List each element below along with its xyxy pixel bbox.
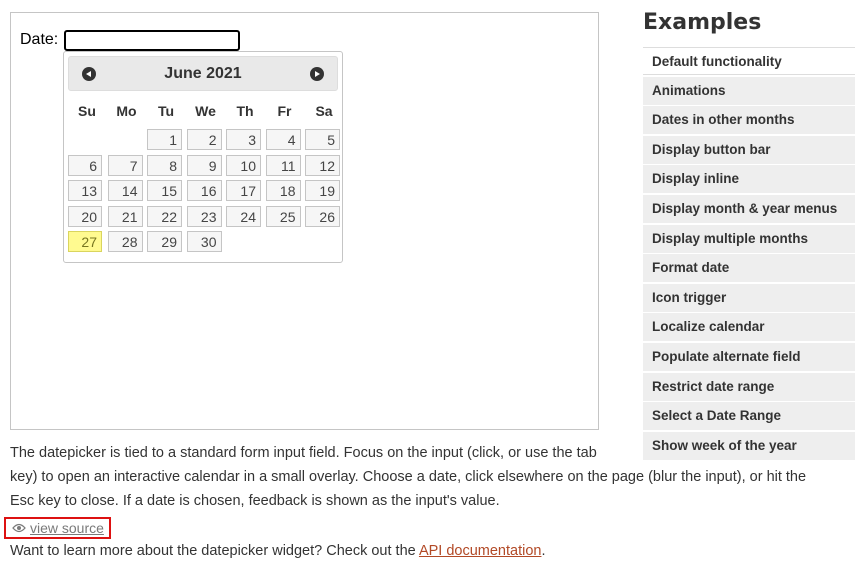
day-cell[interactable]: 30 xyxy=(186,231,222,252)
example-link[interactable]: Icon trigger xyxy=(643,283,855,312)
example-link[interactable]: Format date xyxy=(643,254,855,283)
example-link[interactable]: Animations xyxy=(643,76,855,105)
day-cell[interactable]: 4 xyxy=(265,129,301,150)
weekday-header: Th xyxy=(236,103,254,119)
learn-more-prefix: Want to learn more about the datepicker … xyxy=(10,543,419,559)
example-link[interactable]: Restrict date range xyxy=(643,372,855,401)
example-link[interactable]: Display button bar xyxy=(643,135,855,164)
datepicker-header: June 2021 xyxy=(68,56,338,91)
example-link[interactable]: Select a Date Range xyxy=(643,402,855,431)
examples-title: Examples xyxy=(643,10,762,35)
day-cell[interactable]: 26 xyxy=(305,205,340,227)
description-line: The datepicker is tied to a standard for… xyxy=(10,445,597,461)
view-source-box: view source xyxy=(4,517,111,539)
day-cell[interactable]: 19 xyxy=(305,180,340,201)
date-input[interactable] xyxy=(64,30,240,51)
day-cell[interactable]: 9 xyxy=(186,154,222,176)
date-label: Date: xyxy=(20,31,59,48)
weekday-header: Mo xyxy=(116,103,137,119)
day-cell[interactable]: 25 xyxy=(265,205,301,227)
learn-more-suffix: . xyxy=(541,543,546,559)
day-cell[interactable]: 1 xyxy=(147,129,182,150)
example-link[interactable]: Populate alternate field xyxy=(643,343,855,371)
day-cell[interactable]: 28 xyxy=(107,231,143,252)
day-cell-today[interactable]: 27 xyxy=(68,231,102,252)
day-cell[interactable]: 21 xyxy=(107,205,143,227)
day-cell[interactable]: 24 xyxy=(226,205,261,227)
weekday-header: We xyxy=(195,103,216,119)
description: The datepicker is tied to a standard for… xyxy=(10,441,843,513)
example-link[interactable]: Display multiple months xyxy=(643,224,855,253)
example-link[interactable]: Dates in other months xyxy=(643,106,855,135)
example-link[interactable]: Default functionality xyxy=(643,47,855,75)
eye-icon xyxy=(12,519,26,537)
description-line: key) to open an interactive calendar in … xyxy=(10,469,807,485)
day-cell[interactable]: 20 xyxy=(68,205,102,227)
day-cell[interactable]: 14 xyxy=(107,180,143,201)
day-cell[interactable]: 16 xyxy=(186,180,222,201)
description-line: Esc key to close. If a date is chosen, f… xyxy=(10,493,500,509)
weekday-header: Tu xyxy=(157,103,175,119)
weekday-header: Su xyxy=(78,103,96,119)
view-source-link[interactable]: view source xyxy=(30,520,104,536)
day-cell[interactable]: 17 xyxy=(226,180,261,201)
day-cell[interactable]: 29 xyxy=(147,231,182,252)
next-month-icon[interactable] xyxy=(310,67,324,81)
day-cell[interactable]: 3 xyxy=(226,129,261,150)
day-cell[interactable]: 13 xyxy=(68,180,102,201)
month-year-title: June 2021 xyxy=(164,65,242,82)
weekday-header: Sa xyxy=(315,103,333,119)
example-link[interactable]: Display inline xyxy=(643,165,855,194)
day-cell[interactable]: 18 xyxy=(265,180,301,201)
day-cell[interactable]: 11 xyxy=(265,154,301,176)
day-cell[interactable]: 6 xyxy=(68,154,102,176)
day-cell[interactable]: 12 xyxy=(305,154,340,176)
weekday-header: Fr xyxy=(277,103,292,119)
day-cell[interactable]: 7 xyxy=(107,154,143,176)
day-cell[interactable]: 15 xyxy=(147,180,182,201)
day-cell[interactable]: 22 xyxy=(147,205,182,227)
day-cell[interactable]: 23 xyxy=(186,205,222,227)
example-link[interactable]: Display month & year menus xyxy=(643,195,855,223)
day-cell[interactable]: 8 xyxy=(147,154,182,176)
day-cell[interactable]: 2 xyxy=(186,129,222,150)
example-link[interactable]: Localize calendar xyxy=(643,313,855,342)
api-documentation-link[interactable]: API documentation xyxy=(419,543,542,559)
datepicker-popup: June 2021 Su Mo Tu We Th Fr Sa 1 2 3 4 5 6 7 8 9 10 11 12… xyxy=(63,51,343,263)
day-cell[interactable]: 5 xyxy=(305,129,340,150)
learn-more-text: Want to learn more about the datepicker … xyxy=(10,543,546,559)
day-cell[interactable]: 10 xyxy=(226,154,261,176)
